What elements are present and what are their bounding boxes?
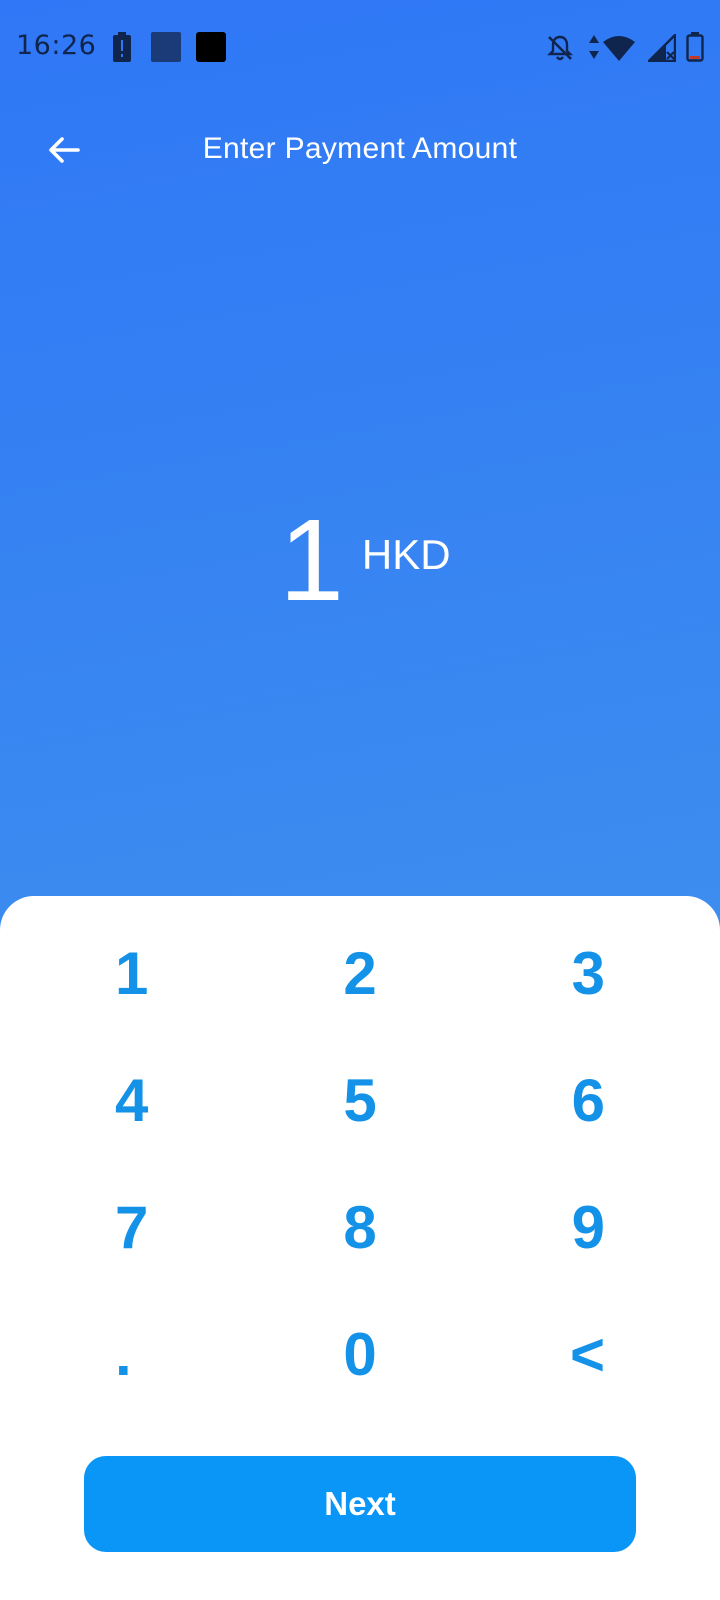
status-bar: 16:26 bbox=[0, 0, 720, 96]
key-9[interactable]: 9 bbox=[480, 1164, 720, 1291]
key-3[interactable]: 3 bbox=[480, 910, 720, 1037]
key-8[interactable]: 8 bbox=[240, 1164, 480, 1291]
battery-alert-icon bbox=[113, 32, 131, 62]
key-0[interactable]: 0 bbox=[240, 1291, 480, 1418]
signal-no-sim-icon bbox=[648, 34, 676, 62]
battery-icon bbox=[686, 32, 704, 62]
number-keypad: 1 2 3 4 5 6 7 8 9 . 0 < bbox=[0, 910, 720, 1418]
amount-display: 1 HKD bbox=[0, 490, 720, 630]
bell-off-icon bbox=[547, 35, 573, 61]
data-arrows-icon bbox=[589, 35, 599, 59]
status-time: 16:26 bbox=[16, 30, 97, 61]
key-7[interactable]: 7 bbox=[0, 1164, 240, 1291]
app-notification-icon bbox=[196, 32, 226, 62]
key-5[interactable]: 5 bbox=[240, 1037, 480, 1164]
key-4[interactable]: 4 bbox=[0, 1037, 240, 1164]
key-backspace[interactable]: < bbox=[480, 1291, 720, 1418]
page-title: Enter Payment Amount bbox=[202, 132, 518, 165]
next-button[interactable]: Next bbox=[84, 1456, 636, 1552]
key-1[interactable]: 1 bbox=[0, 910, 240, 1037]
currency-label: HKD bbox=[361, 531, 451, 578]
key-6[interactable]: 6 bbox=[480, 1037, 720, 1164]
wifi-icon bbox=[603, 36, 635, 61]
key-2[interactable]: 2 bbox=[240, 910, 480, 1037]
app-notification-icon bbox=[151, 32, 181, 62]
key-decimal[interactable]: . bbox=[0, 1291, 240, 1418]
amount-value: 1 bbox=[279, 495, 344, 625]
payment-amount-screen: 16:26 Enter Payment Amount 1 HKD 1 2 3 4… bbox=[0, 0, 720, 1600]
